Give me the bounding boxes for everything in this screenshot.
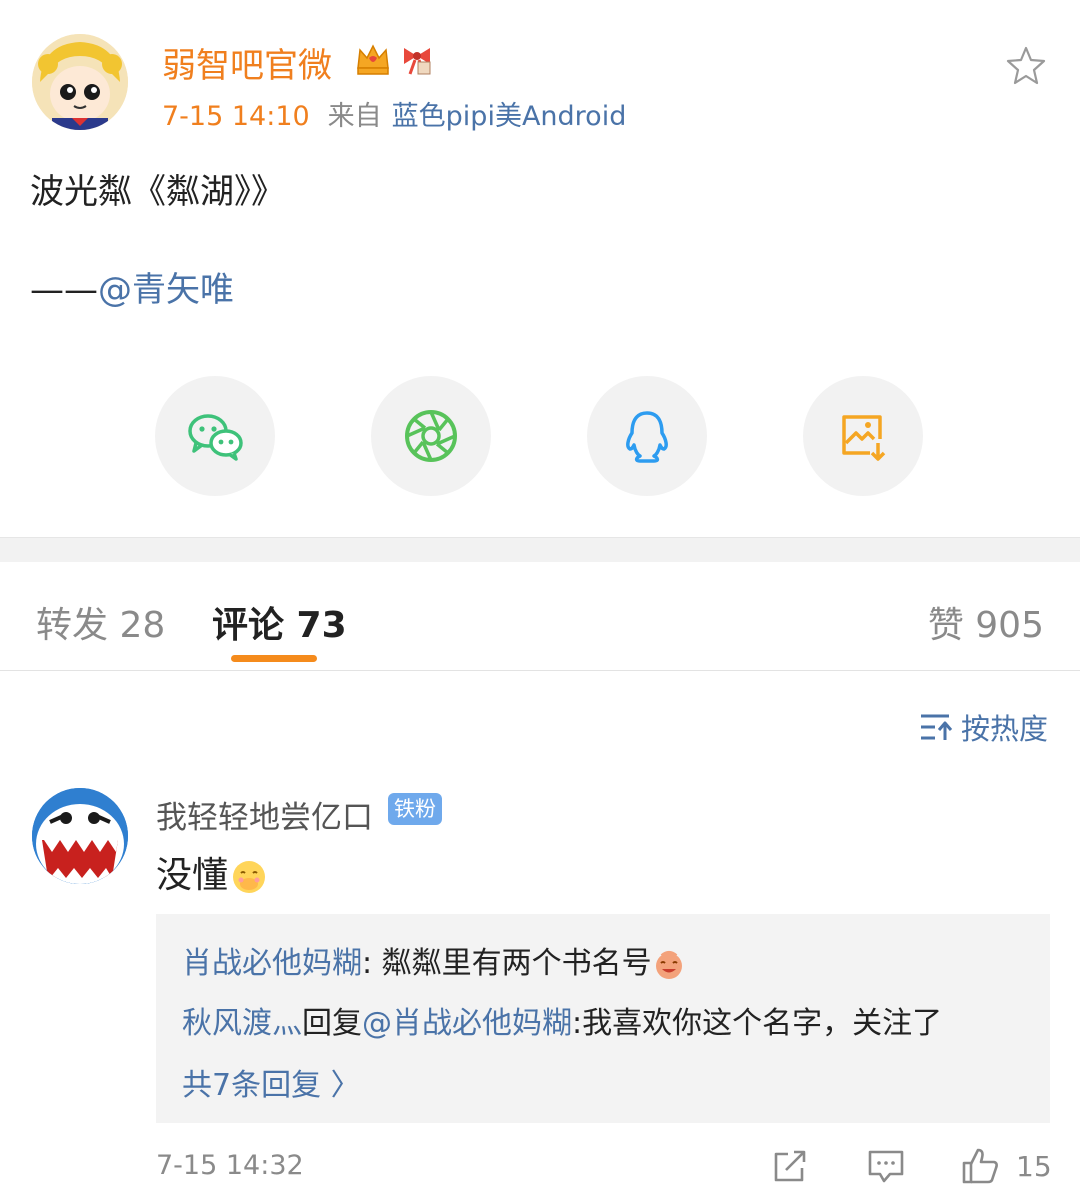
section-divider [0, 537, 1080, 562]
reply-text: 粼粼里有两个书名号 [381, 946, 652, 981]
laughing-emoji-icon [655, 950, 682, 979]
like-count: 15 [1016, 1150, 1052, 1183]
post-text: 波光粼《粼湖》》 [30, 172, 285, 212]
comment-text: 没懂 [156, 846, 268, 898]
post-meta: 7-15 14:10 来自 蓝色pipi美Android [162, 94, 626, 133]
reply-text: 我喜欢你这个名字，关注了 [582, 1006, 943, 1041]
reply-comment-icon[interactable] [866, 1146, 906, 1186]
comment-time: 7-15 14:32 [156, 1150, 304, 1181]
share-moments-button[interactable] [371, 376, 491, 496]
repost-comment-icon[interactable] [770, 1146, 810, 1186]
moments-icon [405, 410, 457, 462]
reply-mention[interactable]: @肖战必他妈糊 [362, 1006, 572, 1041]
credit-mention[interactable]: @青矢唯 [98, 270, 234, 310]
gift-bow-icon [398, 40, 436, 78]
reply-author[interactable]: 秋风渡灬 [182, 1006, 302, 1041]
save-image-icon [842, 415, 886, 461]
reply-keyword: 回复 [302, 1006, 362, 1041]
sort-label: 按热度 [960, 712, 1048, 746]
like-thumb-icon[interactable] [960, 1146, 1000, 1186]
from-label: 来自 [327, 101, 382, 132]
more-replies-link[interactable]: 共7条回复 〉 [182, 1060, 361, 1104]
post-time: 7-15 14:10 [162, 101, 310, 132]
sort-button[interactable]: 按热度 [919, 706, 1048, 748]
crown-badge-icon [354, 40, 392, 78]
qq-icon [626, 411, 668, 463]
commenter-username[interactable]: 我轻轻地尝亿口 [156, 792, 373, 837]
reply-separator: : [572, 1006, 583, 1041]
reply-separator: : [362, 946, 382, 981]
reply-author[interactable]: 肖战必他妈糊 [182, 946, 362, 981]
sort-icon [920, 714, 953, 740]
share-qq-button[interactable] [587, 376, 707, 496]
tab-comment[interactable]: 评论 73 [212, 596, 347, 648]
reply-item: 秋风渡灬回复@肖战必他妈糊:我喜欢你这个名字，关注了 [182, 998, 942, 1042]
tab-like[interactable]: 赞 905 [928, 596, 1044, 648]
post-device[interactable]: 蓝色pipi美Android [392, 101, 627, 132]
comment-text-content: 没懂 [156, 855, 229, 896]
credit-dash: —— [30, 270, 98, 310]
favorite-star-icon[interactable] [1004, 44, 1048, 88]
save-image-button[interactable] [803, 376, 923, 496]
post-credit: ——@青矢唯 [30, 262, 234, 311]
tab-repost[interactable]: 转发 28 [36, 596, 165, 648]
author-avatar[interactable] [32, 34, 128, 130]
reply-preview-box[interactable]: 肖战必他妈糊: 粼粼里有两个书名号 秋风渡灬回复@肖战必他妈糊:我喜欢你这个名字… [156, 914, 1050, 1123]
wechat-icon [188, 414, 243, 461]
reply-item: 肖战必他妈糊: 粼粼里有两个书名号 [182, 938, 686, 982]
fan-badge: 铁粉 [388, 793, 442, 825]
cover-mouth-emoji-icon [233, 861, 266, 893]
tabs-divider [0, 670, 1080, 671]
author-username[interactable]: 弱智吧官微 [162, 38, 332, 87]
commenter-avatar[interactable] [32, 788, 128, 884]
share-wechat-button[interactable] [155, 376, 275, 496]
active-tab-indicator [231, 655, 317, 662]
